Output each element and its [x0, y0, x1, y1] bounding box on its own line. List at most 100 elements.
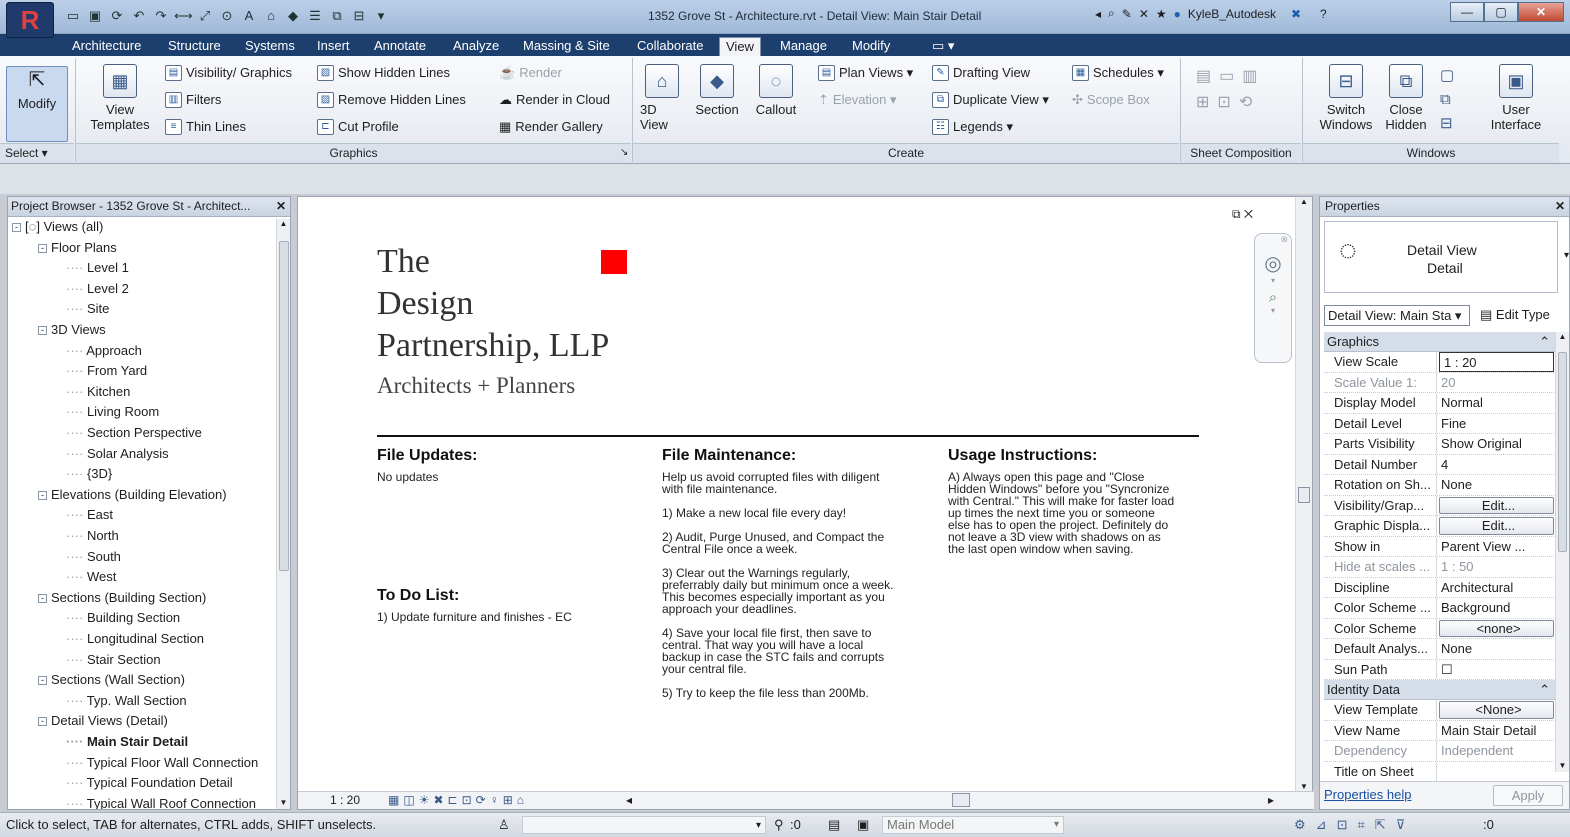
favorites-icon[interactable]: ★: [1156, 7, 1167, 21]
property-value[interactable]: None: [1437, 639, 1556, 659]
browser-group-item[interactable]: - Elevations (Building Elevation): [38, 487, 227, 503]
customize-qat-icon[interactable]: ▾: [372, 7, 390, 25]
property-value[interactable]: 1 : 20: [1439, 352, 1554, 372]
tile-icon[interactable]: ⊟: [1440, 112, 1454, 136]
h-scroll-left-icon[interactable]: ◂: [626, 792, 632, 809]
maximize-button[interactable]: ▢: [1484, 2, 1518, 22]
callout-button[interactable]: ◌ Callout: [750, 64, 802, 117]
select-by-face-icon[interactable]: ⌗: [1357, 817, 1374, 832]
browser-view-item[interactable]: ···· Solar Analysis: [66, 446, 169, 462]
undo-icon[interactable]: ↶: [130, 7, 148, 25]
view-scroll-up-icon[interactable]: ▲: [1296, 197, 1312, 206]
model-icon[interactable]: ▣: [857, 813, 869, 836]
tab-view[interactable]: View: [719, 37, 761, 56]
collapse-group-icon[interactable]: ⌃: [1539, 680, 1550, 700]
browser-group-item[interactable]: - Sections (Building Section): [38, 590, 206, 606]
design-option-dropdown[interactable]: Main Model ▾: [882, 816, 1064, 834]
browser-view-item[interactable]: ···· Living Room: [66, 404, 159, 420]
render-button[interactable]: ☕ Render: [499, 65, 562, 81]
select-pinned-icon[interactable]: ⊡: [1337, 817, 1358, 832]
tag-icon[interactable]: ⊙: [218, 7, 236, 25]
group-graphics[interactable]: Graphics ⌃: [1324, 332, 1556, 352]
visibility-graphics-button[interactable]: ▤ Visibility/ Graphics: [165, 65, 292, 81]
property-value[interactable]: Main Stair Detail: [1437, 721, 1556, 741]
show-hidden-lines-button[interactable]: ▧ Show Hidden Lines: [317, 65, 450, 81]
section-button[interactable]: ◆ Section: [692, 64, 742, 117]
select-underlay-icon[interactable]: ⊿: [1316, 817, 1337, 832]
drafting-view-button[interactable]: ✎ Drafting View: [932, 65, 1030, 81]
shadows-icon[interactable]: ✖: [433, 793, 447, 807]
redo-icon[interactable]: ↷: [152, 7, 170, 25]
browser-view-item[interactable]: ···· Typical Foundation Detail: [66, 775, 233, 791]
modify-button[interactable]: ⇱ Modify: [6, 66, 68, 142]
switch-windows-button[interactable]: ⊟ Switch Windows: [1318, 64, 1374, 132]
render-in-cloud-button[interactable]: ☁ Render in Cloud: [499, 92, 610, 108]
cut-profile-button[interactable]: ⊏ Cut Profile: [317, 119, 399, 135]
browser-view-item[interactable]: ···· Building Section: [66, 610, 180, 626]
property-value[interactable]: 4: [1437, 455, 1556, 475]
revisions-icon[interactable]: ⟲: [1239, 94, 1260, 111]
binoculars-icon[interactable]: ⌕: [1108, 6, 1115, 21]
property-value[interactable]: Normal: [1437, 393, 1556, 413]
tab-systems[interactable]: Systems: [239, 37, 301, 56]
select-links-icon[interactable]: ⚙: [1294, 817, 1316, 832]
cascade-icon[interactable]: ⧉: [1440, 88, 1454, 112]
browser-view-item[interactable]: ···· East: [66, 507, 113, 523]
show-crop-icon[interactable]: ⊡: [462, 793, 476, 807]
browser-group-item[interactable]: - Floor Plans: [38, 240, 117, 256]
browser-view-item[interactable]: ···· West: [66, 569, 116, 585]
user-interface-button[interactable]: ▣ User Interface: [1480, 64, 1552, 132]
property-value[interactable]: Background: [1437, 598, 1556, 618]
navbar-dropdown-icon[interactable]: ▾: [1255, 276, 1291, 285]
close-hidden-icon[interactable]: ⧉: [328, 7, 346, 25]
render-gallery-button[interactable]: ▦ Render Gallery: [499, 119, 603, 135]
browser-scrollbar[interactable]: ▲ ▼: [276, 219, 290, 809]
replicate-icon[interactable]: ▢: [1440, 64, 1454, 88]
property-value[interactable]: Parent View ...: [1437, 537, 1556, 557]
restore-view-icon[interactable]: ⧉: [1232, 207, 1241, 221]
save-icon[interactable]: ▣: [86, 7, 104, 25]
collapse-toggle-icon[interactable]: -: [38, 490, 47, 500]
zoom-icon[interactable]: ⌕: [1255, 289, 1291, 306]
collapse-toggle-icon[interactable]: -: [12, 223, 21, 232]
filters-button[interactable]: ▥ Filters: [165, 92, 221, 108]
view-scroll-down-icon[interactable]: ▼: [1296, 782, 1312, 791]
property-value[interactable]: Fine: [1437, 414, 1556, 434]
collapse-toggle-icon[interactable]: -: [38, 676, 47, 686]
text-icon[interactable]: A: [240, 7, 258, 25]
visual-style-icon[interactable]: ◫: [403, 793, 418, 807]
browser-view-item[interactable]: ···· Level 2: [66, 281, 129, 297]
communication-icon[interactable]: ✕: [1139, 7, 1149, 21]
thin-lines-button[interactable]: ≡ Thin Lines: [165, 119, 246, 135]
detail-level-icon[interactable]: ▦: [388, 793, 403, 807]
zoom-dropdown-icon[interactable]: ▾: [1255, 306, 1291, 315]
title-block-icon[interactable]: ▥: [1242, 68, 1265, 85]
workset-dropdown[interactable]: ▾: [522, 816, 766, 834]
browser-view-item[interactable]: ···· From Yard: [66, 363, 147, 379]
close-icon[interactable]: ✕: [276, 197, 286, 216]
browser-view-item[interactable]: ···· Approach: [66, 343, 142, 359]
property-value[interactable]: [1437, 762, 1556, 782]
search-expand-icon[interactable]: ◂: [1095, 7, 1101, 21]
design-options-icon[interactable]: ▤: [828, 813, 840, 836]
navbar-close-icon[interactable]: ⊗: [1255, 234, 1291, 245]
thin-lines-icon[interactable]: ☰: [306, 7, 324, 25]
view-placement-icon[interactable]: ⊡: [1217, 94, 1238, 111]
3d-view-button[interactable]: ⌂ 3D View: [640, 64, 684, 132]
scroll-up-icon[interactable]: ▲: [277, 219, 290, 228]
browser-view-item[interactable]: ···· Typical Wall Roof Connection: [66, 796, 256, 809]
open-icon[interactable]: ▭: [64, 7, 82, 25]
tab-modify[interactable]: Modify: [846, 37, 896, 56]
browser-view-item[interactable]: ···· {3D}: [66, 466, 112, 482]
browser-view-item[interactable]: ···· Typical Floor Wall Connection: [66, 755, 258, 771]
switch-windows-icon[interactable]: ⊟: [350, 7, 368, 25]
browser-view-item[interactable]: ···· Site: [66, 301, 109, 317]
browser-view-item[interactable]: ···· Kitchen: [66, 384, 130, 400]
crop-view-icon[interactable]: ⊏: [448, 793, 462, 807]
close-window-button[interactable]: ✕: [1518, 2, 1564, 22]
scope-box-button[interactable]: ✣ Scope Box: [1072, 92, 1150, 108]
scroll-down-icon[interactable]: ▼: [277, 798, 290, 807]
placeholder-sheet-icon[interactable]: ▭: [1219, 68, 1242, 85]
props-scroll-down-icon[interactable]: ▼: [1556, 761, 1569, 770]
3d-view-icon[interactable]: ⌂: [262, 7, 280, 25]
